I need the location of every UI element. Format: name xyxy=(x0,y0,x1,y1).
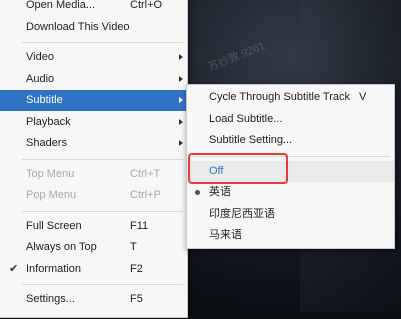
menu-item-label: Subtitle xyxy=(26,94,63,106)
checkmark-icon: ✔ xyxy=(9,262,19,275)
chevron-right-icon xyxy=(179,118,183,125)
menu-item-label: Open Media... xyxy=(26,0,96,11)
menu-item-top-menu: Top Menu Ctrl+T xyxy=(0,164,187,185)
submenu-item-load-subtitle[interactable]: Load Subtitle... xyxy=(187,109,394,130)
menu-item-shortcut: F2 xyxy=(130,262,143,275)
submenu-item-label: Load Subtitle... xyxy=(209,112,283,125)
menu-item-subtitle[interactable]: Subtitle xyxy=(0,90,187,111)
chevron-right-icon xyxy=(179,54,183,60)
menu-item-label: Shaders xyxy=(26,137,67,149)
submenu-item-track-6[interactable]: 印度尼西亚语 xyxy=(187,204,394,225)
annotation-highlight-box xyxy=(188,153,288,184)
menu-item-label: Audio xyxy=(26,72,55,85)
chevron-right-icon xyxy=(179,97,183,103)
menu-item-label: Download This Video xyxy=(26,20,130,33)
submenu-item-shortcut: V xyxy=(359,91,367,103)
menu-separator xyxy=(22,42,183,43)
menu-item-download-this-video[interactable]: Download This Video xyxy=(0,17,187,38)
menu-item-shortcut: Ctrl+O xyxy=(130,0,163,11)
chevron-right-icon xyxy=(179,75,183,82)
submenu-item-cycle-through-subtitle-track[interactable]: Cycle Through Subtitle Track V xyxy=(187,87,394,108)
submenu-item-track-5[interactable]: 英语 xyxy=(187,182,394,203)
menu-item-label: Always on Top xyxy=(26,241,97,253)
menu-item-label: Top Menu xyxy=(26,167,75,180)
menu-item-shortcut: Ctrl+P xyxy=(130,189,161,201)
submenu-item-label: 印度尼西亚语 xyxy=(209,207,275,220)
menu-item-full-screen[interactable]: Full Screen F11 xyxy=(0,216,187,237)
menu-item-label: Pop Menu xyxy=(26,189,77,201)
menu-separator xyxy=(22,158,183,160)
menu-item-settings[interactable]: Settings... F5 xyxy=(0,289,187,310)
context-menu: Open Media... Ctrl+O Download This Video Vi… xyxy=(0,0,188,318)
menu-item-open-media[interactable]: Open Media... Ctrl+O xyxy=(0,0,187,16)
submenu-item-track-7[interactable]: 马来语 xyxy=(187,225,394,246)
menu-item-shortcut: T xyxy=(130,241,137,253)
menu-item-shortcut: F5 xyxy=(130,293,143,305)
chevron-right-icon xyxy=(179,140,183,146)
submenu-item-label: Subtitle Setting... xyxy=(209,134,293,146)
menu-item-playback[interactable]: Playback xyxy=(0,112,187,133)
menu-item-label: Playback xyxy=(26,115,71,128)
submenu-item-label: Cycle Through Subtitle Track xyxy=(209,91,351,103)
radio-selected-icon xyxy=(195,190,200,195)
menu-item-audio[interactable]: Audio xyxy=(0,69,187,90)
submenu-item-label: 英语 xyxy=(209,186,231,198)
menu-item-label: Full Screen xyxy=(26,219,82,232)
menu-item-shortcut: Ctrl+T xyxy=(130,167,161,180)
menu-item-always-on-top[interactable]: Always on Top T xyxy=(0,237,187,258)
menu-item-shaders[interactable]: Shaders xyxy=(0,133,187,154)
menu-item-label: Information xyxy=(26,262,82,275)
submenu-item-label: 马来语 xyxy=(209,229,242,241)
menu-item-label: Settings... xyxy=(26,293,75,305)
menu-item-label: Video xyxy=(26,51,54,63)
menu-item-information[interactable]: ✔ Information F2 xyxy=(0,259,187,280)
menu-item-video[interactable]: Video xyxy=(0,47,187,68)
menu-separator xyxy=(22,210,183,212)
menu-separator xyxy=(22,284,183,285)
menu-item-pop-menu: Pop Menu Ctrl+P xyxy=(0,185,187,206)
submenu-item-subtitle-setting[interactable]: Subtitle Setting... xyxy=(187,130,394,151)
menu-item-shortcut: F11 xyxy=(130,219,149,232)
